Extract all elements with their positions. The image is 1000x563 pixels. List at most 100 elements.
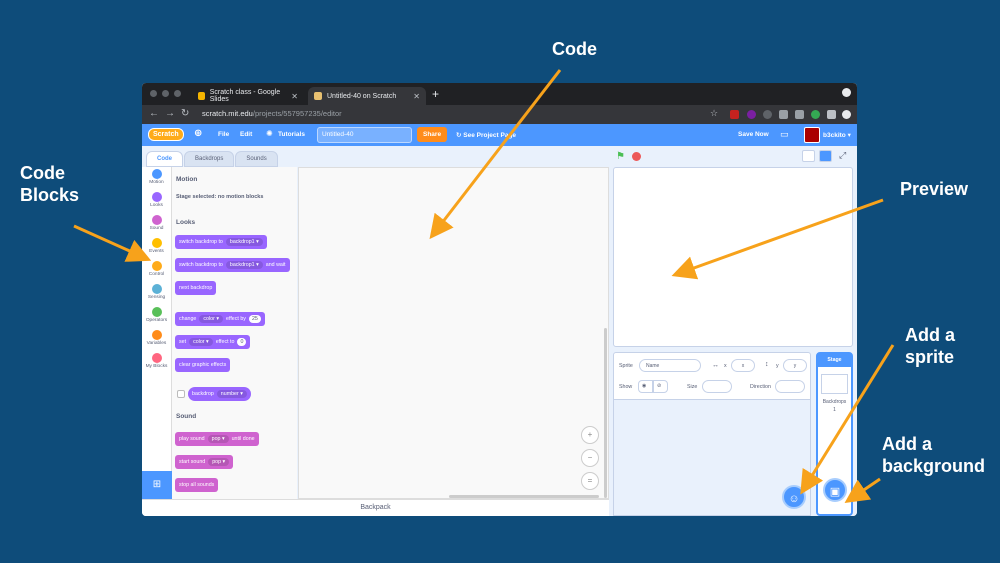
profile-icon[interactable] xyxy=(842,110,851,119)
browser-tab-scratch[interactable]: Untitled-40 on Scratch ✕ xyxy=(308,87,426,105)
url-path: /projects/557957235/editor xyxy=(252,109,342,118)
effect-dropdown[interactable]: color ▾ xyxy=(189,338,213,346)
category-control[interactable]: Control xyxy=(142,259,171,282)
stage-target-panel[interactable]: Stage Backdrops 1 ▣ xyxy=(816,352,853,516)
add-extension-button[interactable]: ⊞ xyxy=(142,471,172,499)
add-sprite-button[interactable]: ☺ xyxy=(782,485,806,509)
direction-input[interactable] xyxy=(775,380,805,393)
size-input[interactable] xyxy=(702,380,732,393)
zoom-reset-button[interactable]: = xyxy=(581,472,599,490)
backdrop-reporter-block[interactable]: backdrop number ▾ xyxy=(188,387,251,401)
y-input[interactable]: y xyxy=(783,359,807,372)
url-field[interactable]: scratch.mit.edu/projects/557957235/edito… xyxy=(202,109,342,118)
category-dot-icon xyxy=(151,238,162,248)
backdrop-number-dropdown[interactable]: number ▾ xyxy=(216,390,247,398)
extension-icon[interactable] xyxy=(763,110,772,119)
tab-label: Scratch class - Google Slides xyxy=(209,89,281,103)
window-close-dot[interactable] xyxy=(150,90,157,97)
switch-backdrop-block[interactable]: switch backdrop to backdrop1 ▾ xyxy=(175,235,267,249)
code-area[interactable]: + − = xyxy=(298,167,609,499)
reload-icon[interactable]: ↻ xyxy=(181,108,189,119)
username-menu[interactable]: b3ckito ▾ xyxy=(823,131,851,139)
category-operators[interactable]: Operators xyxy=(142,305,171,328)
extension-icon[interactable] xyxy=(779,110,788,119)
save-now-button[interactable]: Save Now xyxy=(738,131,769,138)
annotation-line: Blocks xyxy=(20,185,80,205)
category-dot-icon xyxy=(151,353,162,363)
annotation-line: Add a xyxy=(882,434,933,454)
window-zoom-dot[interactable] xyxy=(174,90,181,97)
folder-icon[interactable]: ▭ xyxy=(780,129,789,140)
code-vertical-scrollbar[interactable] xyxy=(604,328,607,498)
backpack-panel[interactable]: Backpack xyxy=(142,499,609,516)
show-visible-button[interactable]: ◉ xyxy=(638,380,653,393)
close-icon[interactable]: ✕ xyxy=(291,92,298,101)
see-project-page-button[interactable]: ↻ See Project Page xyxy=(456,131,516,139)
project-title-input[interactable]: Untitled-40 xyxy=(317,127,412,143)
dropdown-value: pop xyxy=(211,436,221,442)
add-backdrop-button[interactable]: ▣ xyxy=(823,478,847,502)
category-my-blocks[interactable]: My Blocks xyxy=(142,351,171,374)
next-backdrop-block[interactable]: next backdrop xyxy=(175,281,217,295)
small-stage-button[interactable] xyxy=(802,150,815,162)
change-effect-block[interactable]: change color ▾ effect by 25 xyxy=(175,312,265,326)
browser-tab-slides[interactable]: Scratch class - Google Slides ✕ xyxy=(192,87,304,105)
effect-by-input[interactable]: 25 xyxy=(248,315,261,323)
image-icon: ▣ xyxy=(829,486,841,498)
category-sensing[interactable]: Sensing xyxy=(142,282,171,305)
forward-icon[interactable]: → xyxy=(165,108,175,119)
puzzle-icon[interactable] xyxy=(827,110,836,119)
edit-menu[interactable]: Edit xyxy=(240,131,252,138)
stop-icon[interactable] xyxy=(632,152,641,161)
extension-icon[interactable] xyxy=(811,110,820,119)
category-looks[interactable]: Looks xyxy=(142,190,171,213)
code-horizontal-scrollbar[interactable] xyxy=(449,495,599,498)
zoom-in-button[interactable]: + xyxy=(581,426,599,444)
x-input[interactable]: x xyxy=(731,359,755,372)
clear-graphic-effects-block[interactable]: clear graphic effects xyxy=(175,358,231,372)
start-sound-block[interactable]: start sound pop ▾ xyxy=(175,455,234,469)
extension-icon[interactable] xyxy=(795,110,804,119)
file-menu[interactable]: File xyxy=(218,131,229,138)
avatar[interactable] xyxy=(804,127,820,143)
set-effect-block[interactable]: set color ▾ effect to 0 xyxy=(175,335,251,349)
sound-dropdown[interactable]: pop ▾ xyxy=(208,458,230,466)
category-sound[interactable]: Sound xyxy=(142,213,171,236)
extension-icon[interactable] xyxy=(730,110,739,119)
sound-dropdown[interactable]: pop ▾ xyxy=(207,435,229,443)
stop-all-sounds-block[interactable]: stop all sounds xyxy=(175,478,219,492)
bookmark-star-icon[interactable]: ☆ xyxy=(710,108,718,119)
share-button[interactable]: Share xyxy=(417,127,448,142)
block-text: until done xyxy=(231,436,255,442)
category-events[interactable]: Events xyxy=(142,236,171,259)
tab-sounds[interactable]: Sounds xyxy=(235,151,278,167)
new-tab-button[interactable]: + xyxy=(432,87,439,101)
backdrop-reporter-checkbox[interactable] xyxy=(177,390,185,398)
scratch-logo[interactable]: Scratch xyxy=(148,128,184,141)
large-stage-button[interactable] xyxy=(819,150,832,162)
show-hidden-button[interactable]: ⊘ xyxy=(653,380,668,393)
category-variables[interactable]: Variables xyxy=(142,328,171,351)
window-minimize-dot[interactable] xyxy=(162,90,169,97)
effect-to-input[interactable]: 0 xyxy=(237,338,247,346)
green-flag-icon[interactable]: ⚑ xyxy=(616,151,625,162)
sprite-name-input[interactable]: Name xyxy=(639,359,701,372)
play-sound-until-done-block[interactable]: play sound pop ▾ until done xyxy=(175,432,259,446)
globe-icon[interactable]: ⊕ xyxy=(194,128,202,139)
switch-backdrop-wait-block[interactable]: switch backdrop to backdrop1 ▾ and wait xyxy=(175,258,290,272)
tutorials-menu[interactable]: Tutorials xyxy=(278,131,305,138)
browser-menu-icon[interactable] xyxy=(842,88,851,97)
back-icon[interactable]: ← xyxy=(149,108,159,119)
effect-dropdown[interactable]: color ▾ xyxy=(199,315,224,323)
backdrop-dropdown[interactable]: backdrop1 ▾ xyxy=(225,261,263,269)
tab-backdrops[interactable]: Backdrops xyxy=(184,151,235,167)
zoom-out-button[interactable]: − xyxy=(581,449,599,467)
extension-icon[interactable] xyxy=(747,110,756,119)
stage-preview[interactable] xyxy=(613,167,853,347)
category-motion[interactable]: Motion xyxy=(142,167,171,190)
fullscreen-icon[interactable]: ⤢ xyxy=(839,150,846,161)
close-icon[interactable]: ✕ xyxy=(413,92,420,101)
tab-code[interactable]: Code xyxy=(146,151,183,167)
block-text: and wait xyxy=(265,262,286,268)
backdrop-dropdown[interactable]: backdrop1 ▾ xyxy=(225,238,263,246)
